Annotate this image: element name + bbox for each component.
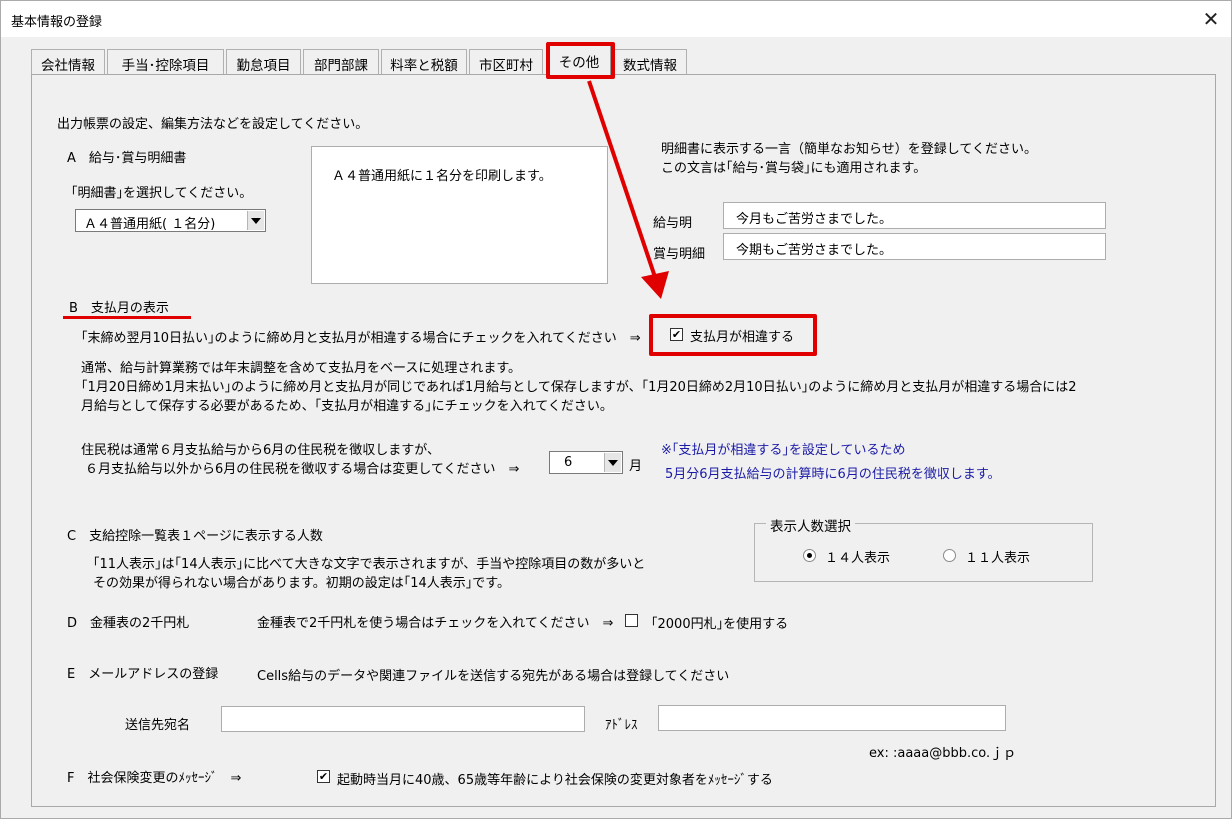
intro-text: 出力帳票の設定、編集方法などを設定してください。: [57, 117, 369, 132]
section-e-prompt: Cells給与のデータや関連ファイルを送信する宛先がある場合は登録してください: [257, 669, 730, 684]
display-count-group-title: 表示人数選択: [766, 515, 855, 535]
2000-yen-checkbox-label[interactable]: ｢2000円札｣を使用する: [651, 613, 788, 632]
bonus-message-value: 今期もご苦労さまでした。: [736, 243, 893, 258]
email-example-text: ex: :aaaa@bbb.co.ｊｐ: [869, 746, 1017, 761]
close-icon[interactable]: ✕: [1197, 5, 1225, 33]
section-d-heading: D 金種表の2千円札: [67, 616, 190, 631]
payslip-preview-text: Ａ４普通用紙に１名分を印刷します。: [332, 169, 552, 184]
section-b-desc-1: 通常、給与計算業務では年末調整を含めて支払月をベースに処理されます。: [81, 361, 522, 376]
tab-rates-taxes[interactable]: 料率と税額: [381, 49, 467, 75]
salary-message-field[interactable]: 今月もご苦労さまでした。: [723, 202, 1106, 229]
section-e-heading: E メールアドレスの登録: [67, 667, 219, 682]
payslip-preview-box: Ａ４普通用紙に１名分を印刷します。: [311, 146, 608, 284]
section-a-prompt: ｢明細書｣を選択してください。: [71, 186, 253, 201]
payslip-select-value: Ａ４普通用紙( １名分): [84, 217, 216, 232]
recipient-name-label: 送信先宛名: [125, 718, 191, 733]
bonus-message-field[interactable]: 今期もご苦労さまでした。: [723, 233, 1106, 260]
social-insurance-checkbox-label[interactable]: 起動時当月に40歳、65歳等年齢により社会保険の変更対象者をﾒｯｾｰｼﾞする: [337, 769, 773, 788]
section-c-desc-2: その効果が得られない場合があります。初期の設定は｢14人表示｣です。: [93, 576, 510, 591]
recipient-name-input[interactable]: [221, 706, 585, 732]
resident-tax-note-1: ※｢支払月が相違する｣を設定しているため: [661, 443, 906, 458]
section-b-heading: B 支払月の表示: [69, 301, 169, 316]
tab-highlight-box: [546, 42, 615, 79]
payment-month-checkbox[interactable]: ✔: [670, 328, 683, 341]
section-c-heading: C 支給控除一覧表１ページに表示する人数: [67, 529, 323, 544]
section-a-heading: A 給与･賞与明細書: [67, 151, 187, 166]
heading-underline: [63, 316, 191, 319]
section-c-desc-1: ｢11人表示｣は｢14人表示｣に比べて大きな文字で表示されますが、手当や控除項目…: [93, 557, 646, 572]
section-b-prompt: ｢末締め翌月10日払い｣のように締め月と支払月が相違する場合にチェックを入れてく…: [81, 331, 641, 346]
red-arrow-icon: [587, 80, 669, 299]
resident-tax-note-2: 5月分6月支払給与の計算時に6月の住民税を徴収します。: [665, 467, 1001, 482]
social-insurance-checkbox[interactable]: ✔: [317, 770, 330, 783]
message-note-2: この文言は｢給与･賞与袋｣にも適用されます。: [661, 161, 927, 176]
tab-department[interactable]: 部門部課: [303, 49, 379, 75]
chevron-down-icon[interactable]: [247, 211, 264, 230]
section-b-desc-3: 月給与として保存する必要があるため、｢支払月が相違する｣にチェックを入れてくださ…: [81, 399, 613, 414]
tab-company-info[interactable]: 会社情報: [31, 49, 105, 75]
radio-14-people-label[interactable]: １４人表示: [825, 547, 890, 566]
resident-tax-month-value: 6: [564, 455, 573, 470]
message-note-1: 明細書に表示する一言（簡単なお知らせ）を登録してください。: [661, 142, 1037, 157]
salary-message-value: 今月もご苦労さまでした。: [736, 212, 893, 227]
resident-tax-text-2: ６月支払給与以外から6月の住民税を徴収する場合は変更してください ⇒: [85, 462, 520, 477]
tab-attendance[interactable]: 勤怠項目: [226, 49, 301, 75]
resident-tax-month-select[interactable]: 6: [549, 451, 623, 474]
address-label: ｱﾄﾞﾚｽ: [605, 718, 638, 733]
month-unit-label: 月: [629, 459, 643, 474]
payslip-select[interactable]: Ａ４普通用紙( １名分): [75, 209, 266, 232]
tab-municipality[interactable]: 市区町村: [469, 49, 543, 75]
radio-14-people[interactable]: [803, 549, 816, 562]
tab-allowance-deduction[interactable]: 手当･控除項目: [107, 49, 224, 75]
section-b-desc-2: ｢1月20日締め1月末払い｣のように締め月と支払月が同じであれば1月給与として保…: [81, 380, 1077, 395]
section-f-heading: F 社会保険変更のﾒｯｾｰｼﾞ ⇒: [67, 771, 242, 786]
2000-yen-checkbox[interactable]: [625, 614, 638, 627]
section-d-prompt: 金種表で2千円札を使う場合はチェックを入れてください ⇒: [257, 616, 614, 631]
email-address-input[interactable]: [658, 705, 1006, 731]
radio-11-people-label[interactable]: １１人表示: [965, 547, 1030, 566]
window-title: 基本情報の登録: [11, 15, 103, 30]
chevron-down-icon[interactable]: [604, 453, 621, 472]
payment-month-checkbox-label[interactable]: 支払月が相違する: [690, 326, 794, 345]
dialog-window: 基本情報の登録 ✕ 会社情報 手当･控除項目 勤怠項目 部門部課 料率と税額 市…: [0, 0, 1232, 819]
title-bar: 基本情報の登録 ✕: [1, 1, 1231, 37]
resident-tax-text-1: 住民税は通常６月支払給与から6月の住民税を徴収しますが、: [81, 443, 441, 458]
radio-11-people[interactable]: [943, 549, 956, 562]
